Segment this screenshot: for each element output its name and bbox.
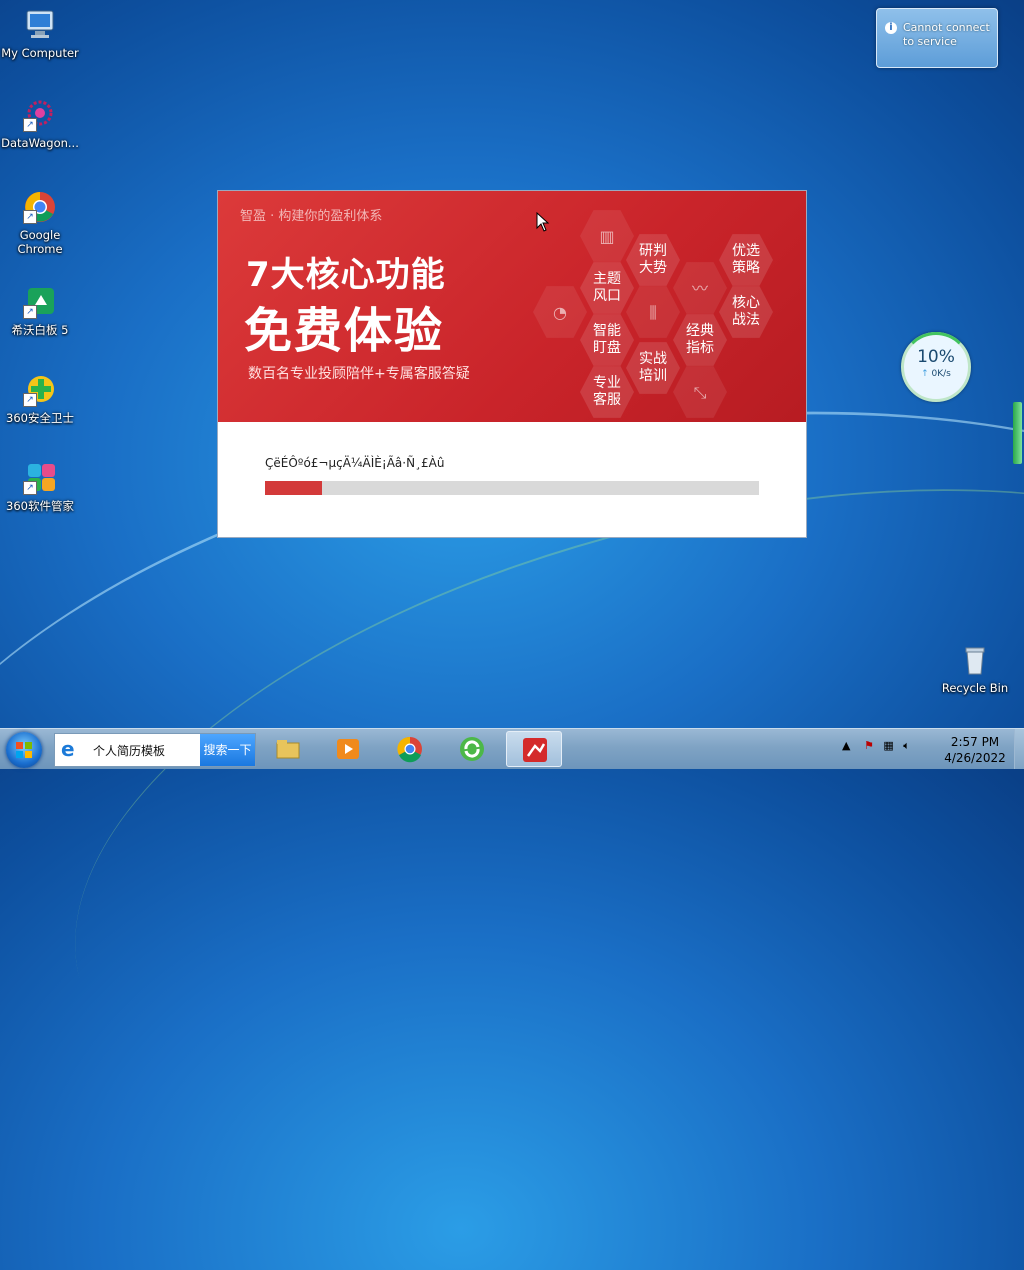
- line-chart-icon: 〰: [673, 262, 727, 314]
- search-button[interactable]: 搜索一下: [200, 734, 255, 766]
- promo-banner: 智盈 · 构建你的盈利体系 7大核心功能 免费体验 数百名专业投顾陪伴+专属客服…: [218, 191, 806, 422]
- shortcut-arrow-icon: ↗: [23, 210, 37, 224]
- shortcut-arrow-icon: ↗: [23, 481, 37, 495]
- taskbar-search-box[interactable]: e 个人简历模板 搜索一下: [54, 733, 256, 767]
- taskbar-explorer[interactable]: [260, 731, 316, 767]
- banner-subline: 数百名专业投顾陪伴+专属客服答疑: [248, 366, 470, 382]
- desktop-icon-label: 360安全卫士: [6, 411, 74, 425]
- 360-safe-icon: ↗: [23, 373, 57, 407]
- feature-hex: 实战 培训: [626, 342, 680, 394]
- install-progress-bar: [265, 481, 759, 495]
- computer-icon: [23, 8, 57, 42]
- feature-hex: 经典 指标: [673, 314, 727, 366]
- banner-headline-2: 免费体验: [244, 303, 445, 359]
- desktop-icon-label: Recycle Bin: [941, 681, 1009, 695]
- system-tray: ▲ ⚑ ▦ 🔈︎: [842, 739, 910, 753]
- desktop-icon-seewo[interactable]: ↗ 希沃白板 5: [0, 285, 80, 337]
- recycle-bin-icon: [958, 643, 992, 677]
- desktop-icon-recycle-bin[interactable]: Recycle Bin: [935, 643, 1015, 695]
- feature-hex: 核心 战法: [719, 286, 773, 338]
- clock-time: 2:57 PM: [950, 735, 1000, 749]
- desktop-icon-my-computer[interactable]: My Computer: [0, 8, 80, 60]
- shortcut-arrow-icon: ↗: [23, 393, 37, 407]
- side-widget-handle[interactable]: [1013, 402, 1022, 464]
- desktop-icon-360-software[interactable]: ↗ 360软件管家: [0, 461, 80, 513]
- refresh-globe-icon: [460, 737, 484, 761]
- desktop-icon-google-chrome[interactable]: ↗ Google Chrome: [0, 190, 80, 256]
- folder-icon: [276, 740, 300, 759]
- shortcut-arrow-icon: ↗: [23, 118, 37, 132]
- network-speed-widget[interactable]: 10% ↑ 0K/s: [901, 332, 971, 402]
- desktop-icon-label: 希沃白板 5: [11, 323, 69, 337]
- feature-hex: 研判 大势: [626, 234, 680, 286]
- feature-hex: 优选 策略: [719, 234, 773, 286]
- ie-icon: e: [61, 737, 75, 761]
- network-icon[interactable]: ▦: [883, 739, 893, 752]
- desktop-icon-360-safe[interactable]: ↗ 360安全卫士: [0, 373, 80, 425]
- taskbar-media-player[interactable]: [320, 731, 376, 767]
- chrome-icon: [397, 736, 422, 763]
- desktop-icon-label: DataWagon...: [1, 136, 79, 150]
- seewo-board-icon: ↗: [23, 285, 57, 319]
- taskbar-360-browser[interactable]: [444, 731, 500, 767]
- windows-logo-icon: [16, 742, 32, 758]
- taskbar: e 个人简历模板 搜索一下 ▲ ⚑ ▦ 🔈︎ 2:57 PM 4/26/2022: [0, 728, 1024, 769]
- feature-hex: 主题 风口: [580, 262, 634, 314]
- speed-ring: [901, 332, 971, 402]
- candlestick-icon: ⫼: [626, 286, 680, 338]
- action-center-flag-icon[interactable]: ⚑: [864, 739, 874, 752]
- pie-chart-icon: ◔: [533, 286, 587, 338]
- banner-slogan: 智盈 · 构建你的盈利体系: [240, 209, 383, 224]
- video-player-icon: [337, 739, 359, 759]
- trend-icon: ⤡: [673, 366, 727, 418]
- taskbar-chrome[interactable]: [382, 731, 438, 767]
- search-input[interactable]: 个人简历模板: [93, 742, 165, 759]
- info-icon: i: [885, 22, 897, 34]
- volume-icon[interactable]: 🔈︎: [903, 739, 910, 752]
- desktop-icon-label: Google Chrome: [17, 228, 63, 256]
- taskbar-clock[interactable]: 2:57 PM 4/26/2022: [940, 734, 1010, 766]
- desktop-icon-datawagon[interactable]: ↗ DataWagon...: [0, 98, 80, 150]
- taskbar-zhiying-installer[interactable]: [506, 731, 562, 767]
- install-status-text: ÇëÉÔºó£¬µçÄ¼ÄÌÈ¡Ãâ·Ñ¸£Àû: [265, 456, 445, 470]
- 360-software-manager-icon: ↗: [23, 461, 57, 495]
- install-progress-fill: [265, 481, 322, 495]
- datawagon-icon: ↗: [23, 98, 57, 132]
- notification-balloon[interactable]: i Cannot connect to service: [876, 8, 998, 68]
- show-hidden-icons-icon[interactable]: ▲: [842, 739, 850, 752]
- desktop-icon-label: 360软件管家: [6, 499, 74, 513]
- clock-date: 4/26/2022: [944, 751, 1006, 765]
- chart-icon: ▥: [580, 210, 634, 262]
- zhiying-app-icon: [523, 738, 547, 762]
- installer-dialog: 智盈 · 构建你的盈利体系 7大核心功能 免费体验 数百名专业投顾陪伴+专属客服…: [218, 191, 806, 537]
- shortcut-arrow-icon: ↗: [23, 305, 37, 319]
- desktop-icon-label: My Computer: [1, 46, 79, 60]
- banner-headline-1: 7大核心功能: [246, 255, 446, 295]
- chrome-icon: ↗: [23, 190, 57, 224]
- show-desktop-button[interactable]: [1014, 729, 1024, 769]
- start-button[interactable]: [6, 732, 42, 768]
- feature-hex: 专业 客服: [580, 366, 634, 418]
- feature-hex: 智能 盯盘: [580, 314, 634, 366]
- notification-text: Cannot connect to service: [903, 21, 990, 48]
